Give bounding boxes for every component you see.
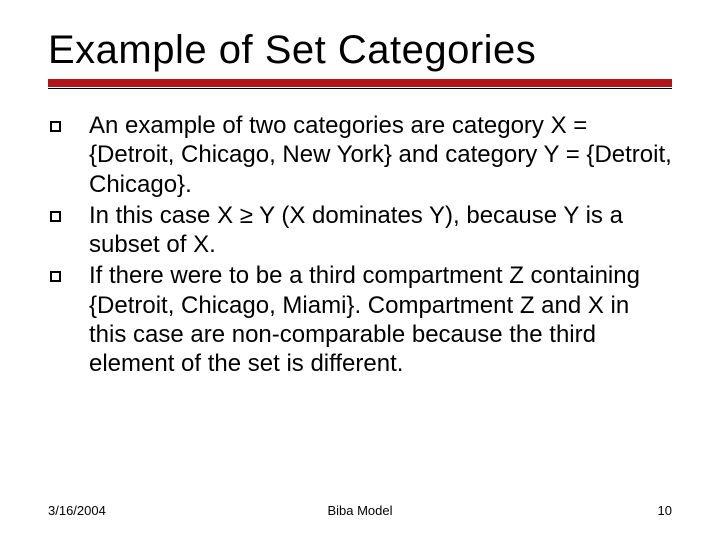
title-underline-red bbox=[48, 79, 672, 87]
list-item: If there were to be a third compartment … bbox=[48, 261, 672, 378]
bullet-icon bbox=[50, 211, 61, 222]
footer-title: Biba Model bbox=[48, 503, 672, 518]
bullet-icon bbox=[50, 121, 61, 132]
title-underline-thin bbox=[48, 88, 672, 89]
bullet-text: An example of two categories are categor… bbox=[89, 111, 672, 199]
footer-date: 3/16/2004 bbox=[48, 503, 106, 518]
list-item: An example of two categories are categor… bbox=[48, 111, 672, 199]
slide: Example of Set Categories An example of … bbox=[0, 0, 720, 540]
bullet-text: In this case X ≥ Y (X dominates Y), beca… bbox=[89, 201, 672, 260]
slide-title: Example of Set Categories bbox=[48, 28, 672, 73]
bullet-icon bbox=[50, 271, 61, 282]
slide-body: An example of two categories are categor… bbox=[48, 111, 672, 378]
list-item: In this case X ≥ Y (X dominates Y), beca… bbox=[48, 201, 672, 260]
slide-footer: 3/16/2004 Biba Model 10 bbox=[48, 503, 672, 518]
footer-page-number: 10 bbox=[658, 503, 672, 518]
bullet-text: If there were to be a third compartment … bbox=[89, 261, 672, 378]
